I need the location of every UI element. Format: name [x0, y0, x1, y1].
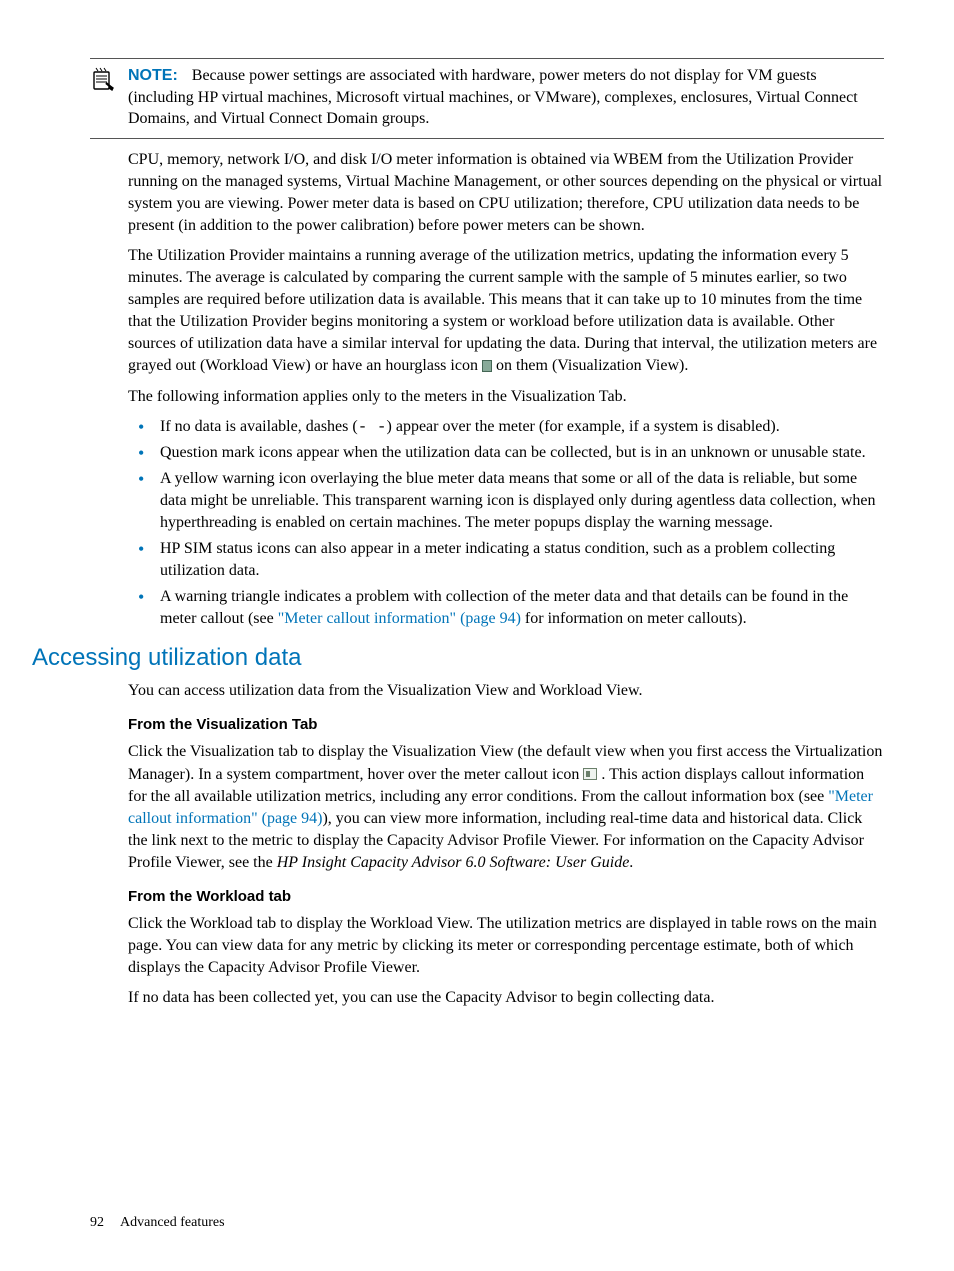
paragraph: The following information applies only t… — [128, 386, 884, 408]
paragraph: The Utilization Provider maintains a run… — [128, 245, 884, 377]
text-run: If no data is available, dashes ( — [160, 418, 358, 435]
text-run: The Utilization Provider maintains a run… — [128, 247, 877, 374]
link-text[interactable]: "Meter callout information" (page 94) — [278, 610, 521, 627]
text-run: . — [629, 854, 633, 871]
main-content: CPU, memory, network I/O, and disk I/O m… — [128, 149, 884, 631]
note-icon — [90, 65, 128, 96]
italic-text: HP Insight Capacity Advisor 6.0 Software… — [277, 854, 630, 871]
list-item: A yellow warning icon overlaying the blu… — [128, 468, 884, 534]
paragraph: You can access utilization data from the… — [128, 680, 884, 702]
note-body: NOTE:Because power settings are associat… — [128, 65, 884, 130]
list-item: Question mark icons appear when the util… — [128, 442, 884, 464]
paragraph: If no data has been collected yet, you c… — [128, 987, 884, 1009]
page-footer: 92 Advanced features — [90, 1215, 225, 1231]
list-item: HP SIM status icons can also appear in a… — [128, 538, 884, 582]
note-text: Because power settings are associated wi… — [128, 67, 858, 127]
text-run: for information on meter callouts). — [521, 610, 747, 627]
heading-3: From the Visualization Tab — [128, 716, 884, 733]
bullet-list: If no data is available, dashes (- -) ap… — [128, 416, 884, 631]
heading-2: Accessing utilization data — [32, 644, 884, 672]
heading-3: From the Workload tab — [128, 888, 884, 905]
note-block: NOTE:Because power settings are associat… — [90, 58, 884, 139]
note-label: NOTE: — [128, 67, 178, 84]
document-page: NOTE:Because power settings are associat… — [0, 0, 954, 1271]
paragraph: CPU, memory, network I/O, and disk I/O m… — [128, 149, 884, 237]
paragraph: Click the Visualization tab to display t… — [128, 741, 884, 873]
section-name: Advanced features — [120, 1215, 225, 1230]
text-run: on them (Visualization View). — [492, 357, 688, 374]
paragraph: Click the Workload tab to display the Wo… — [128, 913, 884, 979]
list-item: If no data is available, dashes (- -) ap… — [128, 416, 884, 438]
hourglass-icon — [482, 360, 492, 372]
section-content: You can access utilization data from the… — [128, 680, 884, 1009]
meter-callout-icon — [583, 768, 597, 780]
page-number: 92 — [90, 1215, 104, 1230]
code-run: - - — [358, 418, 387, 436]
list-item: A warning triangle indicates a problem w… — [128, 586, 884, 630]
text-run: ) appear over the meter (for example, if… — [387, 418, 780, 435]
